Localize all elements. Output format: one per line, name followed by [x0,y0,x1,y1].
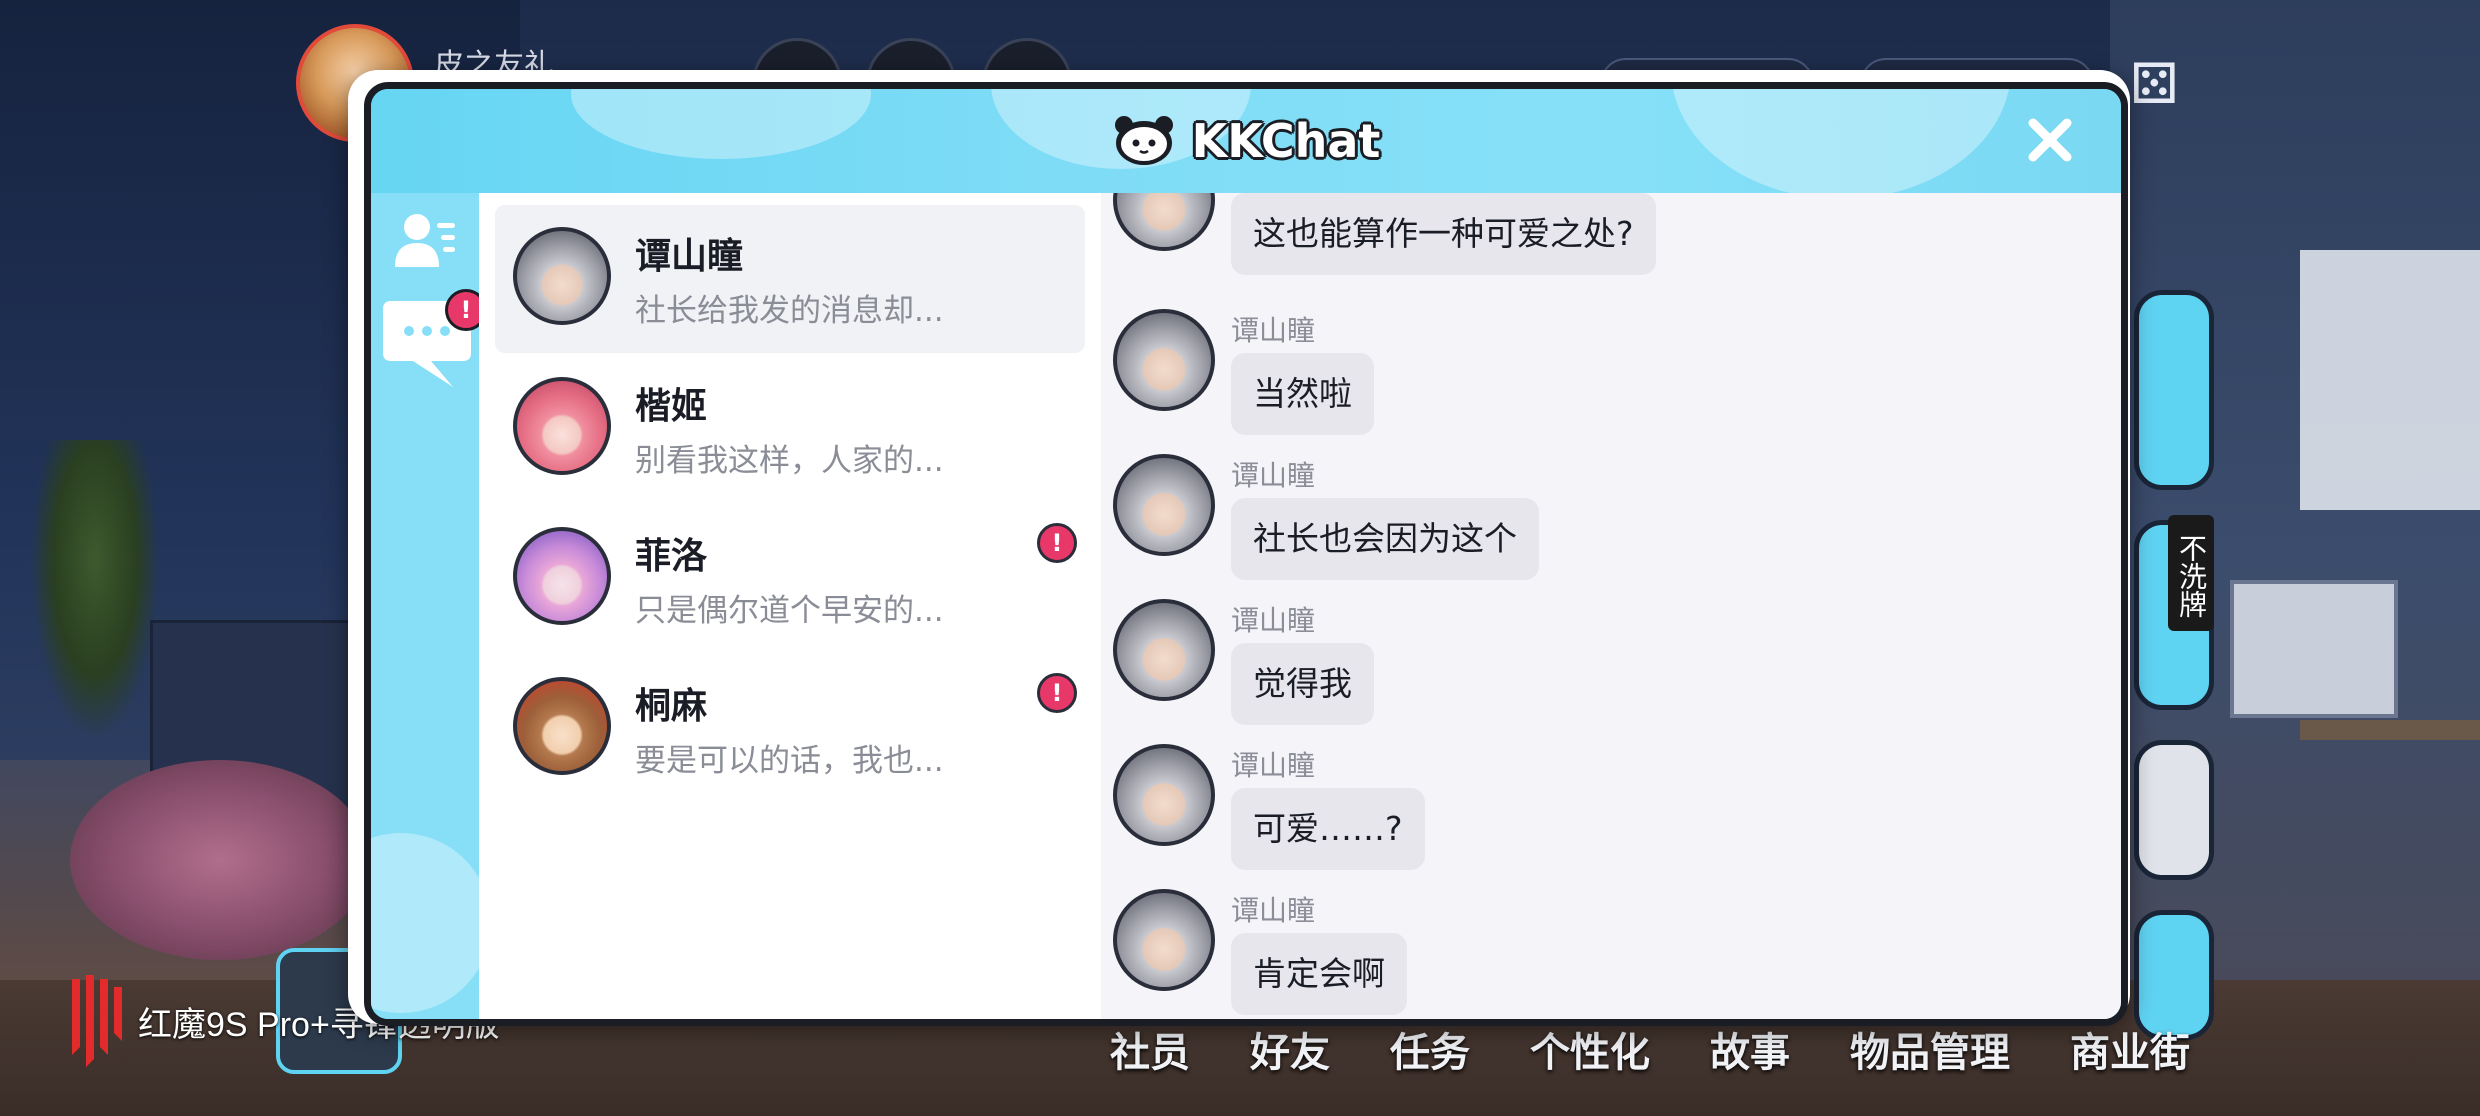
header-title-group: KKChat [371,89,2121,193]
contact-preview: 社长给我发的消息却... [635,293,944,329]
dice-icon[interactable]: ⚄ [2130,52,2179,117]
message-sender: 谭山瞳 [1231,894,1316,927]
message-bubble: 肯定会啊 [1231,933,1407,1015]
message-item: 谭山瞳 肯定会啊 [1113,889,2013,1019]
background-plant [30,440,160,740]
message-avatar [1113,599,1215,701]
message-bubble: 可爱……? [1231,788,1425,870]
contact-item[interactable]: 楷姬 别看我这样，人家的... [495,355,1085,503]
side-tag-label: 不洗牌 [2168,515,2214,631]
side-menu-card[interactable] [2134,740,2214,880]
contact-item[interactable]: 菲洛 只是偶尔道个早安的... ! [495,505,1085,653]
nav-tasks[interactable]: 任务 [1360,1020,1500,1092]
message-avatar [1113,193,1215,251]
side-menu-card[interactable] [2134,290,2214,490]
message-bubble: 觉得我 [1231,643,1374,725]
contact-item[interactable]: 桐麻 要是可以的话，我也... ! [495,655,1085,803]
background-notice-board [2300,250,2480,510]
background-cabinet [2230,580,2398,718]
contact-preview: 要是可以的话，我也... [635,743,944,779]
message-sender: 谭山瞳 [1231,314,1316,347]
unread-alert-badge: ! [1037,673,1077,713]
message-bubble: 这也能算作一种可爱之处? [1231,193,1656,275]
message-sender: 谭山瞳 [1231,604,1316,637]
contact-avatar [513,227,611,325]
nav-members[interactable]: 社员 [1080,1020,1220,1092]
nav-items[interactable]: 物品管理 [1820,1020,2040,1092]
contact-name: 谭山瞳 [635,236,744,277]
kkchat-logo-icon [1114,116,1173,165]
contact-item[interactable]: 谭山瞳 社长给我发的消息却... [495,205,1085,353]
contact-name: 菲洛 [635,536,708,577]
kkchat-window: KKChat ! 谭山瞳 社长给我发的消息却... 楷姬 别看我这样，人家的..… [348,70,2130,1026]
message-avatar [1113,889,1215,991]
message-item: 谭山瞳 当然啦 [1113,309,2013,459]
contact-name: 楷姬 [635,386,708,427]
contact-avatar [513,677,611,775]
contacts-icon[interactable] [393,211,457,271]
red-magic-logo-icon [72,975,122,1067]
nav-personalize[interactable]: 个性化 [1500,1020,1680,1092]
contact-preview: 别看我这样，人家的... [635,443,944,479]
message-avatar [1113,309,1215,411]
kkchat-panel: KKChat ! 谭山瞳 社长给我发的消息却... 楷姬 别看我这样，人家的..… [364,82,2128,1026]
message-bubble: 社长也会因为这个 [1231,498,1539,580]
nav-shop-street[interactable]: 商业街 [2040,1020,2220,1092]
nav-story[interactable]: 故事 [1680,1020,1820,1092]
message-sender: 谭山瞳 [1231,459,1316,492]
nav-friends[interactable]: 好友 [1220,1020,1360,1092]
contact-avatar [513,377,611,475]
message-item: 这也能算作一种可爱之处? [1113,193,2013,299]
message-thread[interactable]: 这也能算作一种可爱之处? 谭山瞳 当然啦 谭山瞳 社长也会因为这个 谭山瞳 觉得… [1101,193,2121,1019]
message-sender: 谭山瞳 [1231,749,1316,782]
close-icon[interactable] [2019,109,2081,171]
unread-alert-badge: ! [1037,523,1077,563]
bottom-nav: 社员 好友 任务 个性化 故事 物品管理 商业街 [1080,1020,2220,1092]
app-title: KKChat [1191,114,1381,168]
message-item: 谭山瞳 社长也会因为这个 [1113,454,2013,604]
kkchat-header: KKChat [371,89,2121,199]
contact-preview: 只是偶尔道个早安的... [635,593,944,629]
contact-list: 谭山瞳 社长给我发的消息却... 楷姬 别看我这样，人家的... 菲洛 只是偶尔… [479,193,1101,1019]
message-avatar [1113,744,1215,846]
contact-avatar [513,527,611,625]
message-bubble: 当然啦 [1231,353,1374,435]
contact-name: 桐麻 [635,686,708,727]
message-item: 谭山瞳 可爱……? [1113,744,2013,894]
background-desk [2300,720,2480,740]
message-item: 谭山瞳 觉得我 [1113,599,2013,749]
background-bunny-plush [70,760,370,960]
message-avatar [1113,454,1215,556]
rail-cloud-decoration [371,833,491,1013]
sidebar-rail: ! [371,193,491,1019]
